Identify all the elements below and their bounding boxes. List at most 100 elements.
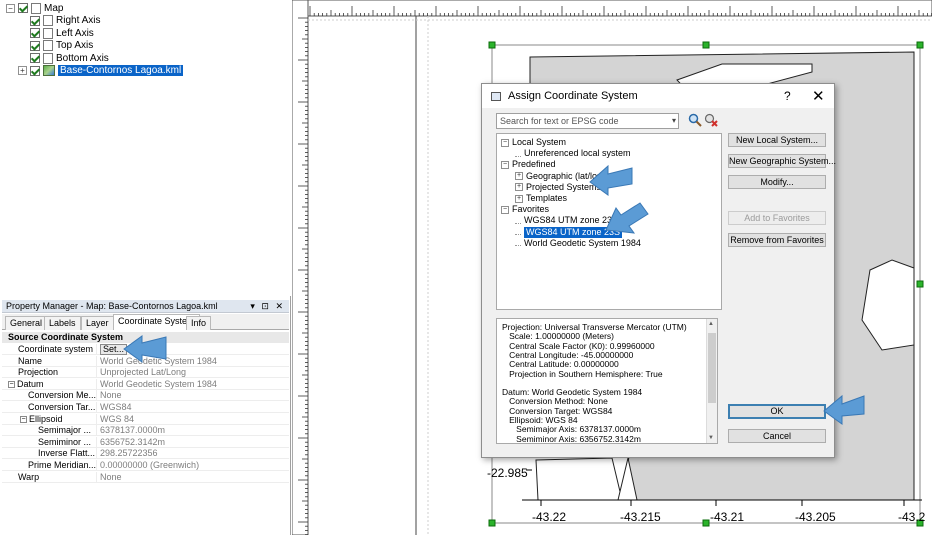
coordinate-system-info: Projection: Universal Transverse Mercato… [496, 318, 718, 444]
y-axis-label: -22.985 [487, 466, 528, 480]
selection-handle [916, 280, 924, 288]
magnifier-icon[interactable] [688, 113, 702, 127]
x-axis-tick-label: -43.21 [710, 510, 745, 524]
layer-tree-item[interactable]: Right Axis [18, 15, 100, 27]
page-icon [43, 52, 53, 64]
new-geographic-system-button[interactable]: New Geographic System... [728, 154, 836, 168]
property-value: 6378137.0000m [100, 425, 166, 436]
coordinate-tree-item[interactable]: Unreferenced local system [515, 148, 631, 159]
layer-tree-label: Base-Contornos Lagoa.kml [58, 65, 184, 76]
panel-controls-icon[interactable]: ▾ ⊡ ✕ [250, 300, 285, 313]
property-row[interactable]: Prime Meridian... 0.00000000 (Greenwich) [2, 460, 289, 471]
page-icon [43, 15, 53, 26]
scroll-up-icon[interactable]: ▲ [708, 321, 714, 327]
collapse-icon[interactable]: − [501, 160, 509, 169]
island-shape [535, 457, 623, 501]
layer-tree-item[interactable]: + Base-Contornos Lagoa.kml [18, 65, 184, 77]
property-key: Warp [18, 471, 40, 482]
property-key: Datum [17, 378, 44, 389]
collapse-icon[interactable]: − [6, 3, 15, 13]
assign-coordinate-system-dialog: Assign Coordinate System ? ✕ Search for … [481, 83, 836, 458]
collapse-icon[interactable]: − [501, 138, 509, 147]
coordinate-tree-item[interactable]: WGS84 UTM zone 23S [515, 215, 618, 226]
coordinate-tree-label: Unreferenced local system [524, 148, 631, 159]
tab-info[interactable]: Info [186, 316, 212, 330]
tab-general[interactable]: General [5, 316, 48, 330]
collapse-icon[interactable]: − [501, 205, 509, 214]
property-row[interactable]: Conversion Me... None [2, 390, 289, 402]
x-axis-tick-label: -43.22 [532, 510, 567, 524]
visibility-checkbox[interactable] [18, 3, 28, 13]
scroll-thumb[interactable] [708, 333, 716, 403]
property-value: 6356752.3142m [100, 436, 166, 447]
clear-search-icon[interactable] [704, 113, 718, 127]
search-placeholder: Search for text or EPSG code [500, 116, 619, 126]
callout-arrow-icon [823, 394, 865, 425]
x-axis-tick-label: -43.205 [795, 510, 836, 524]
page-icon [31, 2, 41, 14]
property-row[interactable]: Semiminor ... 6356752.3142m [2, 436, 289, 448]
layer-tree-label: Map [44, 2, 64, 14]
property-value: WGS 84 [100, 413, 135, 424]
new-local-system-button[interactable]: New Local System... [728, 133, 826, 147]
cancel-button[interactable]: Cancel [728, 429, 826, 443]
visibility-checkbox[interactable] [30, 15, 40, 26]
visibility-checkbox[interactable] [30, 65, 40, 76]
scroll-down-icon[interactable]: ▼ [708, 435, 714, 441]
property-row[interactable]: Conversion Tar... WGS84 [2, 402, 289, 413]
property-row[interactable]: − Ellipsoid WGS 84 [2, 413, 289, 425]
property-row[interactable]: Inverse Flatt... 298.25722356 [2, 448, 289, 460]
dialog-title: Assign Coordinate System [508, 90, 638, 102]
tree-connector [515, 151, 521, 157]
property-value: WGS84 [100, 402, 132, 412]
property-value: 0.00000000 (Greenwich) [100, 460, 200, 470]
visibility-checkbox[interactable] [30, 40, 40, 51]
property-row[interactable]: − Datum World Geodetic System 1984 [2, 378, 289, 390]
dropdown-arrow-icon[interactable]: ▾ [672, 114, 676, 128]
expand-icon[interactable]: + [515, 194, 523, 203]
ok-button[interactable]: OK [728, 404, 826, 419]
x-axis-tick-label: -43.215 [620, 510, 661, 524]
coordinate-tree-item[interactable]: − Predefined [501, 159, 556, 170]
property-key: Conversion Tar... [28, 402, 96, 412]
coordinate-tree-item[interactable]: + Templates [515, 193, 567, 204]
x-axis-tick-label: -43.2 [898, 510, 926, 524]
property-row[interactable]: Projection Unprojected Lat/Long [2, 367, 289, 379]
selection-handle [702, 519, 710, 527]
coordinate-tree-item[interactable]: − Local System [501, 137, 566, 148]
layer-tree-item[interactable]: Bottom Axis [18, 52, 109, 64]
property-row[interactable]: Warp None [2, 471, 289, 483]
layer-icon [43, 65, 55, 76]
selection-handle [702, 41, 710, 49]
property-value: 298.25722356 [100, 448, 158, 459]
remove-from-favorites-button[interactable]: Remove from Favorites [728, 233, 826, 247]
visibility-checkbox[interactable] [30, 53, 40, 63]
tab-layer[interactable]: Layer [81, 316, 114, 330]
expand-icon[interactable]: + [18, 66, 27, 75]
property-key: Projection [18, 367, 59, 378]
layer-tree-item[interactable]: − Map [6, 2, 63, 14]
add-to-favorites-button[interactable]: Add to Favorites [728, 211, 826, 225]
layer-tree-item[interactable]: Left Axis [18, 27, 94, 39]
property-key: Semimajor ... [38, 425, 92, 436]
expand-icon[interactable]: + [515, 172, 523, 181]
coordinate-tree-item[interactable]: − Favorites [501, 204, 549, 215]
tree-connector [515, 229, 521, 236]
dialog-titlebar[interactable]: Assign Coordinate System ? ✕ [482, 84, 834, 108]
tab-labels[interactable]: Labels [44, 316, 81, 330]
collapse-icon[interactable]: − [8, 380, 15, 388]
tree-connector [515, 240, 521, 247]
info-line: Projection in Southern Hemisphere: True [502, 368, 663, 379]
layer-tree-item[interactable]: Top Axis [18, 40, 93, 52]
expand-icon[interactable]: + [515, 183, 523, 192]
modify-button[interactable]: Modify... [728, 175, 826, 189]
search-input[interactable]: Search for text or EPSG code ▾ [496, 113, 679, 129]
page-icon [43, 27, 53, 39]
collapse-icon[interactable]: − [20, 415, 27, 423]
info-scrollbar[interactable]: ▲ ▼ [706, 319, 717, 443]
callout-arrow-icon [123, 335, 167, 363]
property-row[interactable]: Semimajor ... 6378137.0000m [2, 425, 289, 437]
close-button[interactable]: ✕ [812, 87, 825, 105]
help-button[interactable]: ? [784, 89, 791, 103]
visibility-checkbox[interactable] [30, 28, 40, 38]
